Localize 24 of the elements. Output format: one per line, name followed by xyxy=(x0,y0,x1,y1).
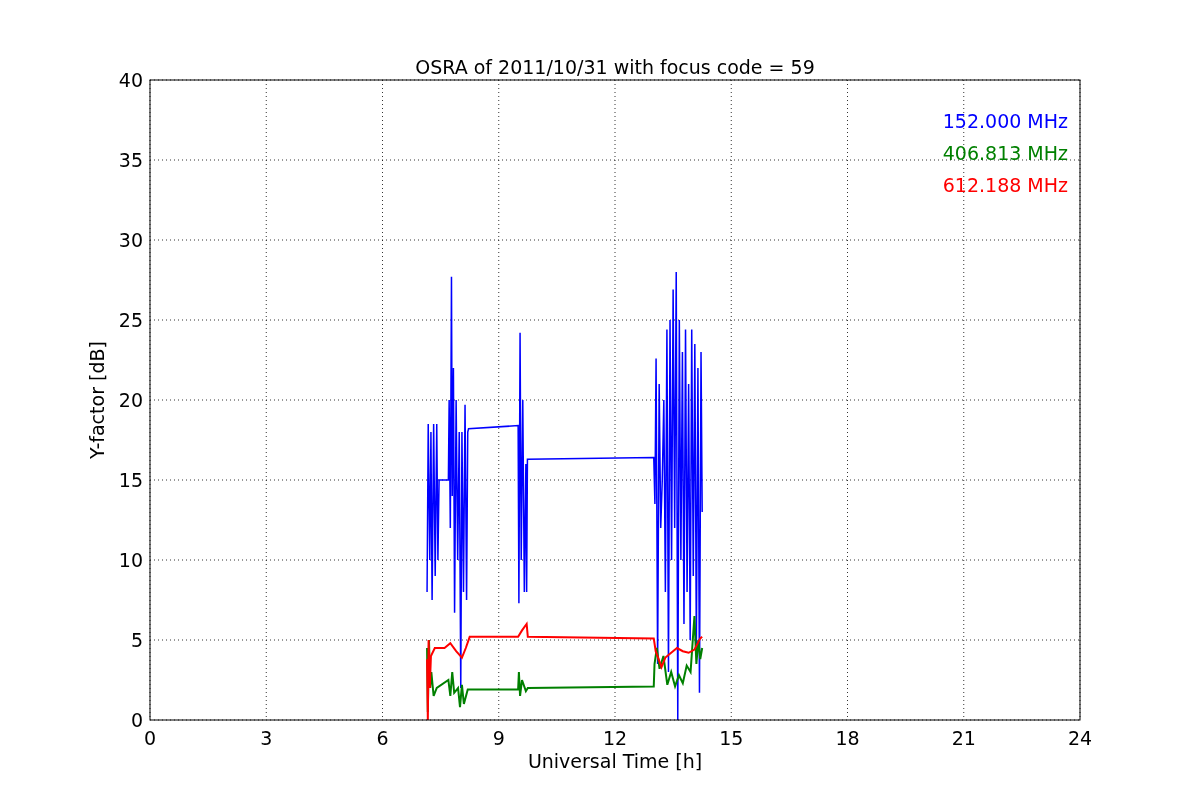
legend-label: 612.188 MHz xyxy=(942,174,1068,196)
tick-label: 3 xyxy=(260,727,273,749)
tick-label: 12 xyxy=(602,727,628,749)
tick-label: 40 xyxy=(118,69,143,91)
tick-label: 10 xyxy=(118,549,143,571)
tick-label: 0 xyxy=(130,709,143,731)
tick-label: 30 xyxy=(118,229,143,251)
tick-label: 15 xyxy=(118,469,143,491)
legend-label: 406.813 MHz xyxy=(942,142,1068,164)
tick-label: 35 xyxy=(118,149,143,171)
tick-label: 20 xyxy=(118,389,143,411)
tick-label: 18 xyxy=(835,727,860,749)
tick-label: 21 xyxy=(951,727,976,749)
chart-title: OSRA of 2011/10/31 with focus code = 59 xyxy=(415,56,815,78)
axis-title: Y-factor [dB] xyxy=(86,341,108,459)
tick-label: 6 xyxy=(376,727,389,749)
tick-label: 0 xyxy=(143,727,157,749)
axis-title: Universal Time [h] xyxy=(527,750,703,772)
legend-label: 152.000 MHz xyxy=(942,110,1068,132)
tick-label: 15 xyxy=(719,727,744,749)
tick-label: 9 xyxy=(492,727,505,749)
tick-label: 24 xyxy=(1067,727,1093,749)
tick-label: 25 xyxy=(118,309,143,331)
tick-label: 5 xyxy=(130,629,143,651)
